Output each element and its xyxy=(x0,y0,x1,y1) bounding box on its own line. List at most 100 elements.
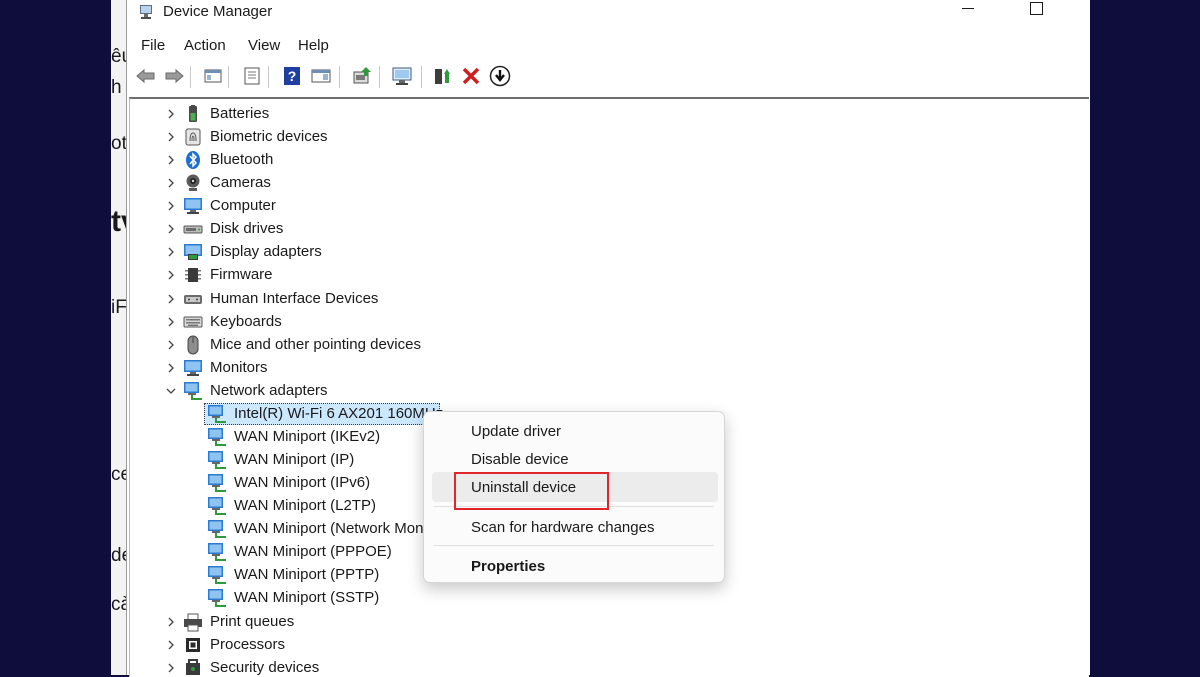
tree-category[interactable]: Print queues xyxy=(130,611,1030,633)
camera-icon xyxy=(183,173,203,193)
tree-category[interactable]: Human Interface Devices xyxy=(130,288,1030,310)
toolbar-separator xyxy=(339,66,340,88)
tree-category[interactable]: Processors xyxy=(130,634,1030,656)
menu-view[interactable]: View xyxy=(246,37,282,54)
context-properties[interactable]: Properties xyxy=(432,551,718,581)
minimize-icon xyxy=(962,7,974,9)
chevron-right-icon[interactable] xyxy=(165,200,177,212)
chevron-right-icon[interactable] xyxy=(165,339,177,351)
computer-icon xyxy=(183,196,203,216)
tree-category-label: Cameras xyxy=(210,174,271,192)
tree-category[interactable]: Display adapters xyxy=(130,241,1030,263)
back-button[interactable] xyxy=(135,65,157,87)
tree-category[interactable]: Biometric devices xyxy=(130,126,1030,148)
properties-button[interactable] xyxy=(241,65,263,87)
maximize-button[interactable] xyxy=(1013,0,1059,30)
chevron-right-icon[interactable] xyxy=(165,662,177,674)
chevron-right-icon[interactable] xyxy=(165,223,177,235)
network-adapter-icon xyxy=(207,542,227,562)
menu-help[interactable]: Help xyxy=(296,37,331,54)
network-adapter-icon xyxy=(207,404,227,424)
monitor-icon xyxy=(183,358,203,378)
tree-category[interactable]: Bluetooth xyxy=(130,149,1030,171)
chevron-right-icon[interactable] xyxy=(165,269,177,281)
toolbar-separator xyxy=(268,66,269,88)
tree-device-label: WAN Miniport (PPTP) xyxy=(234,566,380,584)
tree-category-label: Human Interface Devices xyxy=(210,289,379,307)
menu-action[interactable]: Action xyxy=(182,37,228,54)
tree-category[interactable]: Disk drives xyxy=(130,218,1030,240)
tree-device-label: Intel(R) Wi-Fi 6 AX201 160MHz xyxy=(234,404,444,422)
mouse-icon xyxy=(183,335,203,355)
update-driver-button[interactable] xyxy=(351,65,373,87)
show-hide-console-tree-button[interactable] xyxy=(202,65,224,87)
chevron-right-icon[interactable] xyxy=(165,177,177,189)
tree-category[interactable]: Network adapters xyxy=(130,380,1030,402)
tree-category[interactable]: Security devices xyxy=(130,657,1030,677)
tree-device-label: WAN Miniport (IPv6) xyxy=(234,474,371,492)
network-adapter-icon xyxy=(207,496,227,516)
minimize-button[interactable] xyxy=(945,0,991,30)
action-pane-button[interactable] xyxy=(310,65,332,87)
context-item-label: Update driver xyxy=(471,422,562,440)
title-bar[interactable]: Device Manager xyxy=(127,0,1090,30)
fingerprint-icon xyxy=(183,127,203,147)
tree-category-label: Disk drives xyxy=(210,220,284,238)
context-item-label: Properties xyxy=(471,557,546,575)
chevron-right-icon[interactable] xyxy=(165,639,177,651)
network-adapter-icon xyxy=(207,565,227,585)
chevron-down-icon[interactable] xyxy=(165,385,177,397)
context-item-label: Scan for hardware changes xyxy=(471,518,655,536)
chevron-right-icon[interactable] xyxy=(165,293,177,305)
processor-icon xyxy=(183,635,203,655)
chevron-right-icon[interactable] xyxy=(165,362,177,374)
context-update-driver[interactable]: Update driver xyxy=(432,416,718,446)
background-text-fragment: h xyxy=(111,77,122,98)
back-arrow-icon xyxy=(136,68,155,84)
properties-sheet-icon xyxy=(244,67,260,85)
disk-drive-icon xyxy=(183,219,203,239)
tree-category[interactable]: Computer xyxy=(130,195,1030,217)
download-driver-button[interactable] xyxy=(489,65,511,87)
help-icon: ? xyxy=(284,67,300,85)
scan-hardware-icon xyxy=(392,67,412,85)
chevron-right-icon[interactable] xyxy=(165,616,177,628)
tree-category[interactable]: Monitors xyxy=(130,357,1030,379)
device-tree: Batteries Biometric devices Bluetooth Camer… xyxy=(129,97,1089,677)
chevron-right-icon[interactable] xyxy=(165,108,177,120)
download-driver-icon xyxy=(489,65,511,87)
context-scan-hardware[interactable]: Scan for hardware changes xyxy=(432,512,718,542)
network-adapter-icon xyxy=(207,473,227,493)
tree-category[interactable]: Firmware xyxy=(130,264,1030,286)
tree-device-row[interactable]: WAN Miniport (SSTP) xyxy=(130,587,1030,609)
maximize-icon xyxy=(1029,1,1043,15)
menu-file[interactable]: File xyxy=(139,37,167,54)
context-separator xyxy=(434,545,714,546)
enable-device-button[interactable] xyxy=(431,65,453,87)
background-text-fragment: iF xyxy=(111,297,127,318)
chevron-right-icon[interactable] xyxy=(165,316,177,328)
uninstall-x-icon xyxy=(462,67,480,85)
toolbar-separator xyxy=(228,66,229,88)
tree-category[interactable]: Cameras xyxy=(130,172,1030,194)
context-disable-device[interactable]: Disable device xyxy=(432,444,718,474)
uninstall-device-button[interactable] xyxy=(460,65,482,87)
tree-category-label: Network adapters xyxy=(210,381,328,399)
chevron-right-icon[interactable] xyxy=(165,154,177,166)
tree-category-label: Monitors xyxy=(210,358,268,376)
red-highlight-box xyxy=(454,472,609,510)
tree-category-label: Computer xyxy=(210,197,276,215)
scan-hardware-button[interactable] xyxy=(391,65,413,87)
bluetooth-icon xyxy=(183,150,203,170)
tree-category-label: Security devices xyxy=(210,658,320,676)
tree-category[interactable]: Mice and other pointing devices xyxy=(130,334,1030,356)
tree-device-label: WAN Miniport (PPPOE) xyxy=(234,543,392,561)
keyboard-icon xyxy=(183,312,203,332)
forward-button[interactable] xyxy=(163,65,185,87)
chevron-right-icon[interactable] xyxy=(165,246,177,258)
tree-category[interactable]: Keyboards xyxy=(130,311,1030,333)
network-adapter-icon xyxy=(207,450,227,470)
chevron-right-icon[interactable] xyxy=(165,131,177,143)
tree-category[interactable]: Batteries xyxy=(130,103,1030,125)
help-button[interactable]: ? xyxy=(281,65,303,87)
